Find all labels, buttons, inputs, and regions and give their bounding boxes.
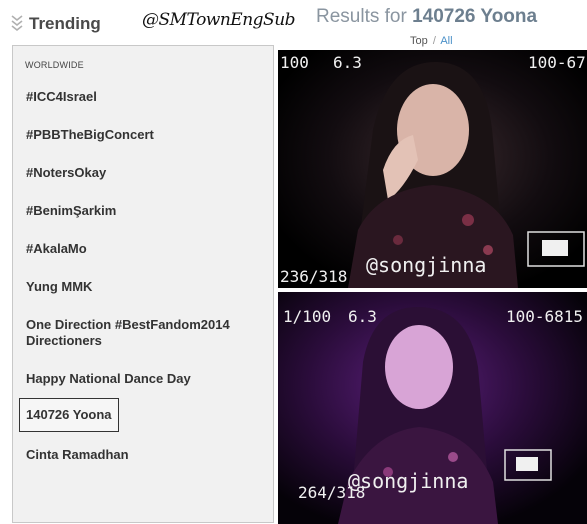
trend-item[interactable]: #PBBTheBigConcert: [26, 127, 266, 143]
trends-header: Trending: [10, 12, 101, 36]
trend-item[interactable]: #BenimŞarkim: [26, 203, 266, 219]
trend-item-selected[interactable]: 140726 Yoona: [19, 398, 119, 432]
trends-panel: WORLDWIDE #ICC4Israel #PBBTheBigConcert …: [12, 45, 274, 523]
results-query: 140726 Yoona: [412, 6, 538, 27]
photo-result-2[interactable]: 1/100 6.3 100-6815 264/318 @songjinna: [278, 292, 587, 524]
photo-1-battery-fill: [542, 240, 568, 256]
trend-item[interactable]: One Direction #BestFandom2014 Directione…: [26, 317, 262, 349]
photo-1-frame-right: 100-67: [528, 53, 586, 72]
photo-1-frame-mid: 6.3: [333, 53, 362, 72]
trends-icon: [11, 15, 23, 32]
photo-2-image: 1/100 6.3 100-6815 264/318 @songjinna: [278, 292, 587, 524]
photo-2-frame-left: 1/100: [283, 307, 331, 326]
photo-1-image: 100 6.3 100-67 236/318 @songjinna: [278, 50, 587, 288]
photo-2-battery-fill: [516, 457, 538, 471]
results-prefix: Results for: [316, 6, 407, 27]
watermark: @SMTownEngSub: [142, 10, 296, 30]
trend-item[interactable]: Yung MMK: [26, 279, 266, 295]
trends-title: Trending: [29, 14, 101, 33]
photo-2-frame-right: 100-6815: [506, 307, 583, 326]
photo-1-counter: 236/318: [280, 267, 347, 286]
trend-item[interactable]: #NotersOkay: [26, 165, 266, 181]
filter-top[interactable]: Top: [410, 35, 428, 47]
filter-separator: /: [432, 35, 436, 47]
photo-result-1[interactable]: 100 6.3 100-67 236/318 @songjinna: [278, 50, 587, 288]
trend-item[interactable]: Cinta Ramadhan: [26, 447, 266, 463]
filter-all-link[interactable]: All: [440, 35, 452, 47]
photo-1-frame-left: 100: [280, 53, 309, 72]
trend-item[interactable]: #AkalaMo: [26, 241, 266, 257]
photo-2-frame-mid: 6.3: [348, 307, 377, 326]
photo-2-credit: @songjinna: [348, 469, 468, 493]
trend-item[interactable]: #ICC4Israel: [26, 89, 266, 105]
trends-region: WORLDWIDE: [25, 60, 84, 70]
trend-item[interactable]: Happy National Dance Day: [26, 371, 266, 387]
results-filter: Top / All: [410, 35, 453, 47]
results-title: Results for 140726 Yoona: [316, 6, 537, 28]
photo-1-credit: @songjinna: [366, 253, 486, 277]
